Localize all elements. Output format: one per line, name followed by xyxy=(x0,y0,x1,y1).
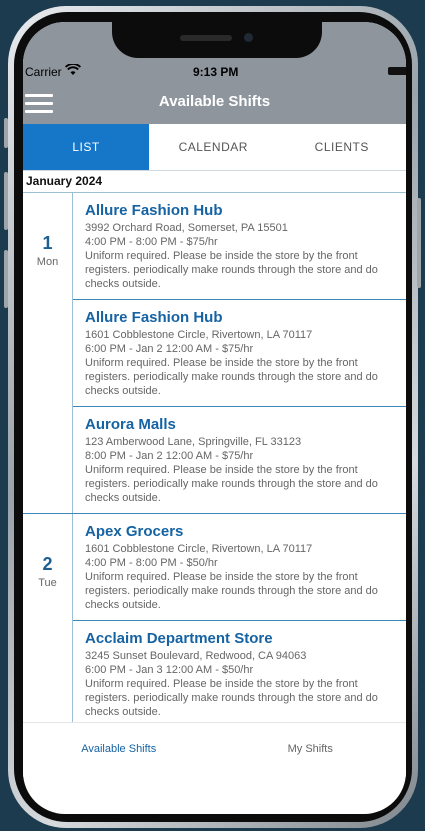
clock: 9:13 PM xyxy=(193,65,239,79)
screen: Carrier 9:13 PM Available Shifts LIST CA… xyxy=(23,22,406,814)
tab-clients[interactable]: CLIENTS xyxy=(278,124,407,170)
shift-item[interactable]: Aurora Malls 123 Amberwood Lane, Springv… xyxy=(73,407,406,513)
day-group: 1 Mon Allure Fashion Hub 3992 Orchard Ro… xyxy=(23,193,406,514)
shift-time-rate: 8:00 PM - Jan 2 12:00 AM - $75/hr xyxy=(85,450,254,462)
shift-list[interactable]: January 2024 1 Mon Allure Fashion Hub 39… xyxy=(23,170,406,723)
shift-item[interactable]: Allure Fashion Hub 1601 Cobblestone Circ… xyxy=(73,300,406,407)
shift-notes: Uniform required. Please be inside the s… xyxy=(85,464,378,504)
shift-items: Allure Fashion Hub 3992 Orchard Road, So… xyxy=(73,193,406,513)
volume-down-button xyxy=(4,250,8,308)
shift-items: Apex Grocers 1601 Cobblestone Circle, Ri… xyxy=(73,514,406,723)
speaker-grille xyxy=(180,35,232,41)
day-label: 2 Tue xyxy=(23,514,73,723)
volume-up-button xyxy=(4,172,8,230)
page-title: Available Shifts xyxy=(158,93,271,110)
month-header: January 2024 xyxy=(23,171,406,193)
bottom-tab-bar: Available Shifts My Shifts xyxy=(23,722,406,777)
shift-address: 1601 Cobblestone Circle, Rivertown, LA 7… xyxy=(85,329,313,341)
shift-time-rate: 6:00 PM - Jan 3 12:00 AM - $50/hr xyxy=(85,664,254,676)
shift-address: 1601 Cobblestone Circle, Rivertown, LA 7… xyxy=(85,543,313,555)
day-name: Tue xyxy=(38,577,57,589)
mute-switch xyxy=(4,118,8,148)
shift-notes: Uniform required. Please be inside the s… xyxy=(85,678,378,718)
day-group: 2 Tue Apex Grocers 1601 Cobblestone Circ… xyxy=(23,514,406,723)
front-camera xyxy=(244,33,253,42)
shift-address: 123 Amberwood Lane, Springville, FL 3312… xyxy=(85,436,302,448)
nav-header: Available Shifts xyxy=(23,86,406,124)
day-label: 1 Mon xyxy=(23,193,73,513)
shift-notes: Uniform required. Please be inside the s… xyxy=(85,571,378,611)
shift-time-rate: 6:00 PM - Jan 2 12:00 AM - $75/hr xyxy=(85,343,254,355)
shift-notes: Uniform required. Please be inside the s… xyxy=(85,250,378,290)
day-name: Mon xyxy=(36,256,59,268)
tab-calendar[interactable]: CALENDAR xyxy=(149,124,278,170)
shift-client-name: Acclaim Department Store xyxy=(85,630,273,647)
shift-time-rate: 4:00 PM - 8:00 PM - $75/hr xyxy=(85,236,218,248)
shift-client-name: Aurora Malls xyxy=(85,416,176,433)
shift-address: 3245 Sunset Boulevard, Redwood, CA 94063 xyxy=(85,650,307,662)
shift-item[interactable]: Acclaim Department Store 3245 Sunset Bou… xyxy=(73,621,406,723)
shift-item[interactable]: Apex Grocers 1601 Cobblestone Circle, Ri… xyxy=(73,514,406,621)
shift-client-name: Allure Fashion Hub xyxy=(85,202,223,219)
power-button xyxy=(417,198,421,288)
day-number: 1 xyxy=(42,233,53,253)
battery-icon xyxy=(388,67,406,75)
view-tabs: LIST CALENDAR CLIENTS xyxy=(23,124,406,170)
tab-list[interactable]: LIST xyxy=(23,124,149,170)
shift-address: 3992 Orchard Road, Somerset, PA 15501 xyxy=(85,222,288,234)
shift-time-rate: 4:00 PM - 8:00 PM - $50/hr xyxy=(85,557,218,569)
bottom-tab-available-shifts[interactable]: Available Shifts xyxy=(23,723,215,777)
day-number: 2 xyxy=(42,554,53,574)
shift-client-name: Apex Grocers xyxy=(85,523,184,540)
wifi-icon xyxy=(65,64,81,75)
shift-notes: Uniform required. Please be inside the s… xyxy=(85,357,378,397)
carrier-label: Carrier xyxy=(25,65,62,79)
shift-client-name: Allure Fashion Hub xyxy=(85,309,223,326)
shift-item[interactable]: Allure Fashion Hub 3992 Orchard Road, So… xyxy=(73,193,406,300)
bottom-tab-my-shifts[interactable]: My Shifts xyxy=(215,723,407,777)
